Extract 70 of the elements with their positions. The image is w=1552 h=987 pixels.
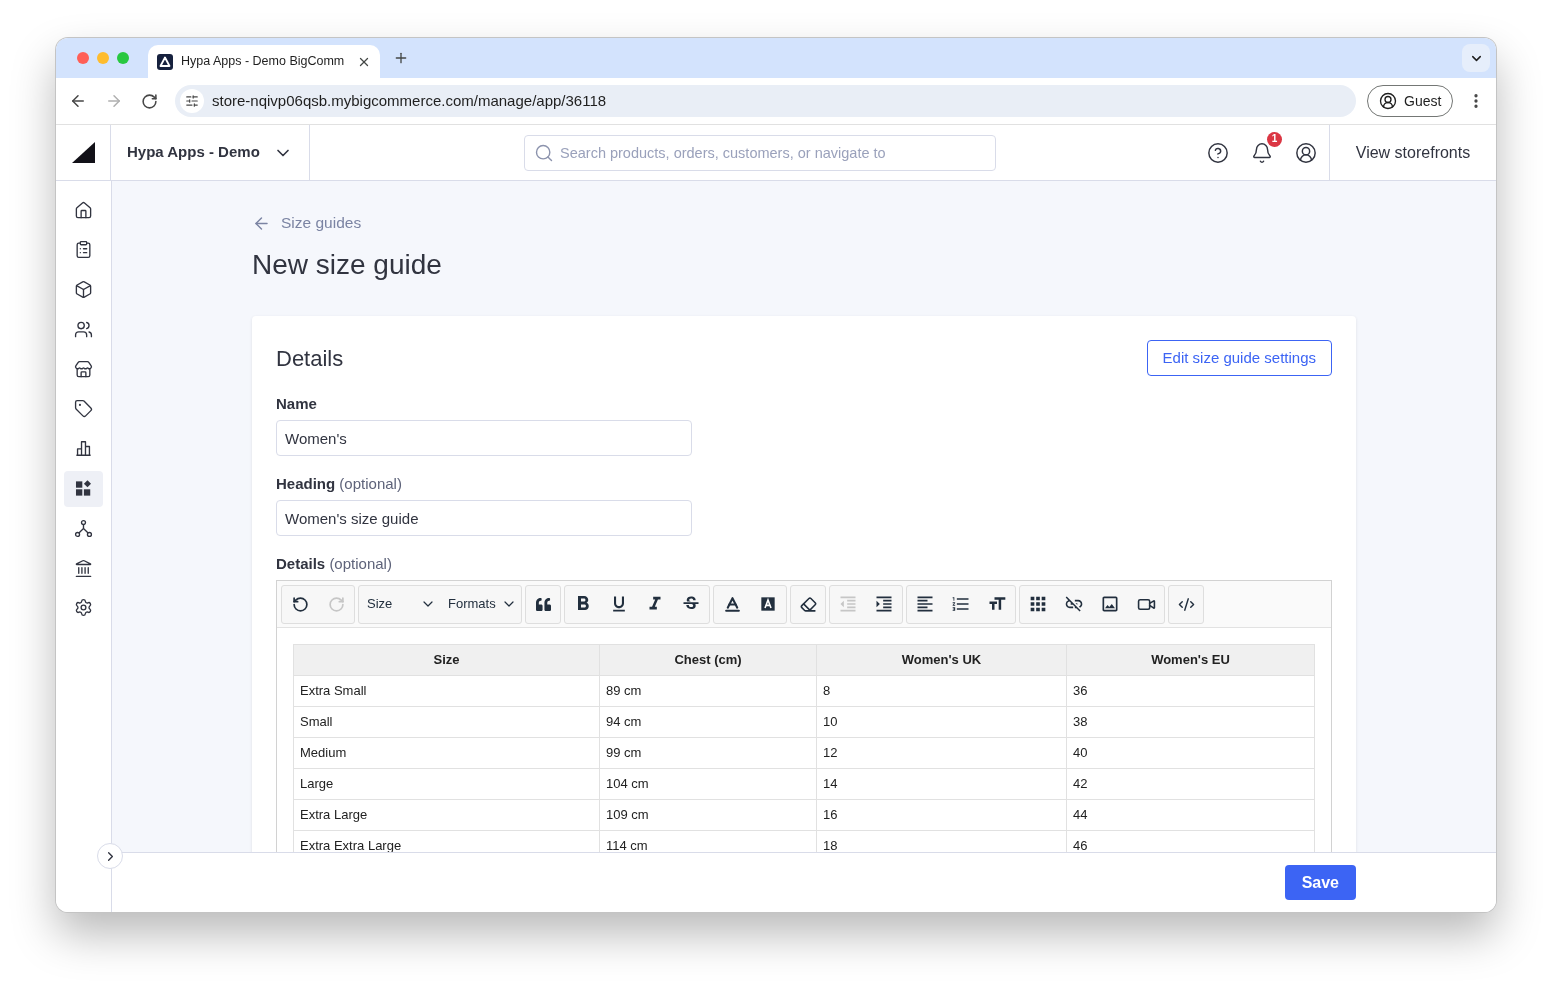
account-icon[interactable] bbox=[1295, 141, 1317, 164]
site-settings-icon[interactable] bbox=[180, 89, 204, 113]
url-text: store-nqivp06qsb.mybigcommerce.com/manage/app/36118 bbox=[212, 90, 607, 111]
table-cell: Small bbox=[293, 706, 600, 738]
field-label: Heading (optional) bbox=[276, 474, 402, 494]
bank-icon bbox=[74, 558, 93, 578]
field-label: Name bbox=[276, 394, 317, 414]
toolbar-dropdown[interactable]: Size bbox=[359, 585, 440, 623]
blockquote-button[interactable] bbox=[525, 584, 561, 624]
table-cell: 8 bbox=[816, 675, 1067, 707]
table-cell: 14 bbox=[816, 768, 1067, 800]
storefront-icon bbox=[74, 359, 93, 379]
help-icon[interactable] bbox=[1207, 141, 1229, 164]
table-cell: Extra Large bbox=[293, 799, 600, 831]
people-icon bbox=[74, 319, 93, 339]
table-cell: Medium bbox=[293, 737, 600, 769]
search-field[interactable]: Search products, orders, customers, or navigate to bbox=[524, 134, 996, 171]
clear-formatting-button[interactable] bbox=[790, 584, 826, 624]
cube-icon bbox=[74, 280, 93, 300]
reload-icon[interactable] bbox=[141, 92, 158, 110]
table-cell: 40 bbox=[1066, 737, 1315, 769]
page-title: New size guide bbox=[252, 248, 442, 282]
text-input[interactable]: Women's bbox=[276, 420, 692, 456]
notification-badge: 1 bbox=[1267, 131, 1282, 147]
table-cell: 44 bbox=[1066, 799, 1315, 831]
toolbar-dropdown[interactable]: Formats bbox=[440, 585, 521, 623]
back-link[interactable]: Size guides bbox=[252, 211, 362, 235]
address-bar[interactable]: store-nqivp06qsb.mybigcommerce.com/manage/app/36118 bbox=[175, 85, 1356, 117]
tag-icon bbox=[74, 399, 93, 419]
triangle-logo-icon bbox=[157, 53, 173, 70]
table-cell: 104 cm bbox=[599, 768, 817, 800]
table-cell: 109 cm bbox=[599, 799, 817, 831]
table-header-cell: Women's EU bbox=[1066, 644, 1315, 676]
store-selector[interactable]: Hypa Apps - Demo bbox=[111, 125, 310, 180]
settings-icon bbox=[74, 598, 93, 618]
table-cell: 89 cm bbox=[599, 675, 817, 707]
search-icon bbox=[534, 142, 554, 163]
save-button[interactable]: Save bbox=[1284, 865, 1356, 900]
plus-icon[interactable] bbox=[393, 50, 409, 66]
table-cell: 38 bbox=[1066, 706, 1315, 738]
source-code-button[interactable] bbox=[1168, 584, 1204, 624]
edit-settings-button[interactable]: Edit size guide settings bbox=[1146, 340, 1332, 376]
card-title: Details bbox=[276, 344, 344, 373]
house-icon bbox=[74, 200, 93, 220]
table-cell: 10 bbox=[816, 706, 1067, 738]
storefronts-link[interactable]: View storefronts bbox=[1329, 125, 1496, 180]
browser-tab[interactable]: Hypa Apps - Demo BigComm bbox=[148, 45, 380, 78]
table-cell: 12 bbox=[816, 737, 1067, 769]
person-circle-icon bbox=[1379, 92, 1397, 110]
bell-icon[interactable] bbox=[1251, 141, 1273, 164]
table-cell: 42 bbox=[1066, 768, 1315, 800]
table-header-cell: Size bbox=[293, 644, 600, 676]
nodes-icon bbox=[74, 518, 93, 538]
field-label: Details (optional) bbox=[276, 554, 392, 574]
bar-chart-icon bbox=[74, 439, 93, 459]
text-input[interactable]: Women's size guide bbox=[276, 500, 692, 536]
table-cell: 94 cm bbox=[599, 706, 817, 738]
logo-icon[interactable] bbox=[70, 141, 96, 164]
table-cell: Large bbox=[293, 768, 600, 800]
table-header-cell: Women's UK bbox=[816, 644, 1067, 676]
sidebar-item[interactable] bbox=[64, 470, 103, 507]
tiles-icon bbox=[74, 479, 93, 499]
tab-list-button[interactable] bbox=[1462, 44, 1490, 72]
table-cell: Extra Small bbox=[293, 675, 600, 707]
back-icon[interactable] bbox=[69, 92, 87, 110]
table-cell: 16 bbox=[816, 799, 1067, 831]
table-cell: 36 bbox=[1066, 675, 1315, 707]
table-cell: 99 cm bbox=[599, 737, 817, 769]
clipboard-icon bbox=[74, 240, 93, 260]
table-header-cell: Chest (cm) bbox=[599, 644, 817, 676]
